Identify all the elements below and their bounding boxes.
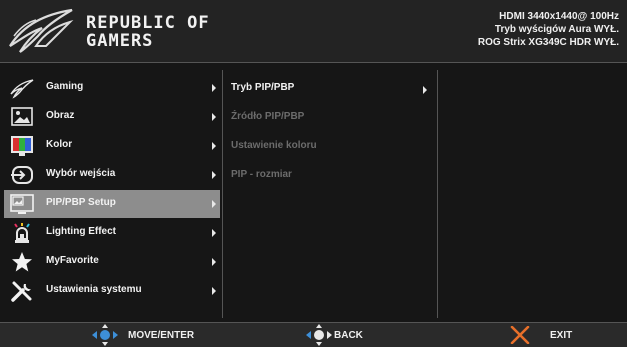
color-icon bbox=[11, 136, 33, 156]
brand-line-1: REPUBLIC OF bbox=[86, 13, 210, 33]
back-button[interactable]: BACK bbox=[306, 323, 386, 347]
osd-window: REPUBLIC OF GAMERS HDMI 3440x1440@ 100Hz… bbox=[0, 0, 627, 347]
menu-item-label: PIP/PBP Setup bbox=[46, 197, 116, 208]
brand-line-2: GAMERS bbox=[86, 31, 154, 51]
menu-item-kolor[interactable]: Kolor bbox=[4, 132, 220, 160]
chevron-right-icon bbox=[212, 229, 216, 237]
exit-button[interactable]: EXIT bbox=[510, 323, 580, 347]
tools-icon bbox=[11, 281, 32, 302]
lighting-icon bbox=[14, 223, 30, 243]
submenu-item-zrodlo-pip-pbp: Źródło PIP/PBP bbox=[231, 111, 305, 122]
input-select-icon bbox=[11, 166, 33, 184]
chevron-right-icon bbox=[212, 84, 216, 92]
gaming-icon bbox=[10, 79, 34, 99]
menu-item-label: MyFavorite bbox=[46, 255, 99, 266]
exit-label: EXIT bbox=[550, 330, 573, 341]
star-icon bbox=[12, 252, 32, 272]
sub-menu: Tryb PIP/PBP Źródło PIP/PBP Ustawienie k… bbox=[222, 70, 437, 318]
menu-item-label: Ustawienia systemu bbox=[46, 284, 142, 295]
chevron-right-icon bbox=[212, 258, 216, 266]
menu-item-obraz[interactable]: Obraz bbox=[4, 103, 220, 131]
status-panel: HDMI 3440x1440@ 100Hz Tryb wyścigów Aura… bbox=[478, 10, 619, 49]
move-enter-button[interactable]: MOVE/ENTER bbox=[92, 323, 242, 347]
chevron-right-icon bbox=[212, 200, 216, 208]
submenu-item-ustawienie-koloru: Ustawienie koloru bbox=[231, 140, 317, 151]
menu-body: Gaming Obraz Kolor Wybór wejścia PIP/PBP… bbox=[0, 70, 627, 318]
options-panel bbox=[437, 70, 624, 318]
status-line-1: HDMI 3440x1440@ 100Hz bbox=[499, 11, 619, 22]
five-way-joystick-icon bbox=[92, 324, 118, 346]
rog-logo-icon bbox=[9, 8, 74, 53]
image-icon bbox=[11, 107, 33, 126]
menu-item-wybor-wejscia[interactable]: Wybór wejścia bbox=[4, 161, 220, 189]
menu-item-label: Wybór wejścia bbox=[46, 168, 116, 179]
status-line-2: Tryb wyścigów Aura WYŁ. bbox=[494, 24, 619, 35]
menu-item-label: Gaming bbox=[46, 81, 84, 92]
menu-item-ustawienia-systemu[interactable]: Ustawienia systemu bbox=[4, 277, 220, 305]
chevron-right-icon bbox=[212, 287, 216, 295]
submenu-item-pip-rozmiar: PIP - rozmiar bbox=[231, 169, 292, 180]
menu-item-label: Lighting Effect bbox=[46, 226, 116, 237]
chevron-right-icon bbox=[212, 113, 216, 121]
back-label: BACK bbox=[334, 330, 363, 341]
submenu-item-tryb-pip-pbp[interactable]: Tryb PIP/PBP bbox=[231, 82, 294, 93]
close-icon bbox=[510, 326, 530, 344]
header: REPUBLIC OF GAMERS HDMI 3440x1440@ 100Hz… bbox=[0, 0, 627, 63]
back-joystick-icon bbox=[306, 324, 332, 346]
brand-text: REPUBLIC OF GAMERS bbox=[86, 14, 210, 50]
chevron-right-icon bbox=[212, 171, 216, 179]
footer-bar: MOVE/ENTER BACK EXIT bbox=[0, 322, 627, 347]
menu-item-myfavorite[interactable]: MyFavorite bbox=[4, 248, 220, 276]
menu-item-pip-pbp-setup[interactable]: PIP/PBP Setup bbox=[4, 190, 220, 218]
pip-pbp-icon bbox=[10, 194, 34, 214]
menu-item-lighting-effect[interactable]: Lighting Effect bbox=[4, 219, 220, 247]
chevron-right-icon bbox=[212, 142, 216, 150]
status-line-3: ROG Strix XG349C HDR WYŁ. bbox=[477, 37, 619, 48]
menu-item-label: Kolor bbox=[46, 139, 73, 150]
chevron-right-icon bbox=[423, 86, 427, 94]
move-enter-label: MOVE/ENTER bbox=[128, 330, 195, 341]
menu-item-gaming[interactable]: Gaming bbox=[4, 74, 220, 102]
main-menu: Gaming Obraz Kolor Wybór wejścia PIP/PBP… bbox=[4, 70, 220, 318]
menu-item-label: Obraz bbox=[46, 110, 75, 121]
